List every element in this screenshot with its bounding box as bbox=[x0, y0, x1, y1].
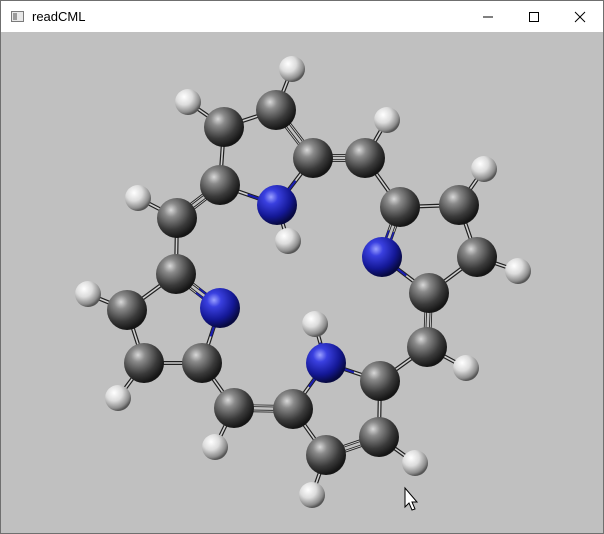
hydrogen-atom[interactable] bbox=[302, 311, 328, 337]
hydrogen-atom[interactable] bbox=[453, 355, 479, 381]
carbon-atom[interactable] bbox=[182, 343, 222, 383]
carbon-atom[interactable] bbox=[124, 343, 164, 383]
hydrogen-atom[interactable] bbox=[279, 56, 305, 82]
nitrogen-atom[interactable] bbox=[362, 237, 402, 277]
nitrogen-atom[interactable] bbox=[200, 288, 240, 328]
app-window: readCML bbox=[0, 0, 604, 534]
carbon-atom[interactable] bbox=[409, 273, 449, 313]
carbon-atom[interactable] bbox=[407, 327, 447, 367]
nitrogen-atom[interactable] bbox=[257, 185, 297, 225]
window-title: readCML bbox=[32, 9, 86, 24]
hydrogen-atom[interactable] bbox=[471, 156, 497, 182]
app-icon bbox=[11, 11, 24, 22]
minimize-icon bbox=[483, 16, 493, 17]
hydrogen-atom[interactable] bbox=[299, 482, 325, 508]
maximize-button[interactable] bbox=[511, 1, 557, 32]
hydrogen-atom[interactable] bbox=[125, 185, 151, 211]
carbon-atom[interactable] bbox=[380, 187, 420, 227]
nitrogen-atom[interactable] bbox=[306, 343, 346, 383]
maximize-icon bbox=[529, 11, 539, 22]
hydrogen-atom[interactable] bbox=[175, 89, 201, 115]
close-icon bbox=[574, 11, 586, 22]
hydrogen-atom[interactable] bbox=[275, 228, 301, 254]
hydrogen-atom[interactable] bbox=[402, 450, 428, 476]
hydrogen-atom[interactable] bbox=[374, 107, 400, 133]
hydrogen-atom[interactable] bbox=[105, 385, 131, 411]
carbon-atom[interactable] bbox=[439, 185, 479, 225]
carbon-atom[interactable] bbox=[273, 389, 313, 429]
hydrogen-atom[interactable] bbox=[202, 434, 228, 460]
carbon-atom[interactable] bbox=[204, 107, 244, 147]
carbon-atom[interactable] bbox=[157, 198, 197, 238]
carbon-atom[interactable] bbox=[359, 417, 399, 457]
hydrogen-atom[interactable] bbox=[75, 281, 101, 307]
molecule-viewport[interactable] bbox=[1, 32, 603, 533]
molecule-render[interactable] bbox=[1, 32, 603, 533]
carbon-atom[interactable] bbox=[293, 138, 333, 178]
carbon-atom[interactable] bbox=[256, 90, 296, 130]
minimize-button[interactable] bbox=[465, 1, 511, 32]
close-button[interactable] bbox=[557, 1, 603, 32]
carbon-atom[interactable] bbox=[360, 361, 400, 401]
carbon-atom[interactable] bbox=[345, 138, 385, 178]
carbon-atom[interactable] bbox=[306, 435, 346, 475]
hydrogen-atom[interactable] bbox=[505, 258, 531, 284]
carbon-atom[interactable] bbox=[156, 254, 196, 294]
title-bar[interactable]: readCML bbox=[1, 1, 603, 32]
carbon-atom[interactable] bbox=[107, 290, 147, 330]
carbon-atom[interactable] bbox=[214, 388, 254, 428]
carbon-atom[interactable] bbox=[457, 237, 497, 277]
carbon-atom[interactable] bbox=[200, 165, 240, 205]
arrow-cursor bbox=[404, 486, 419, 511]
